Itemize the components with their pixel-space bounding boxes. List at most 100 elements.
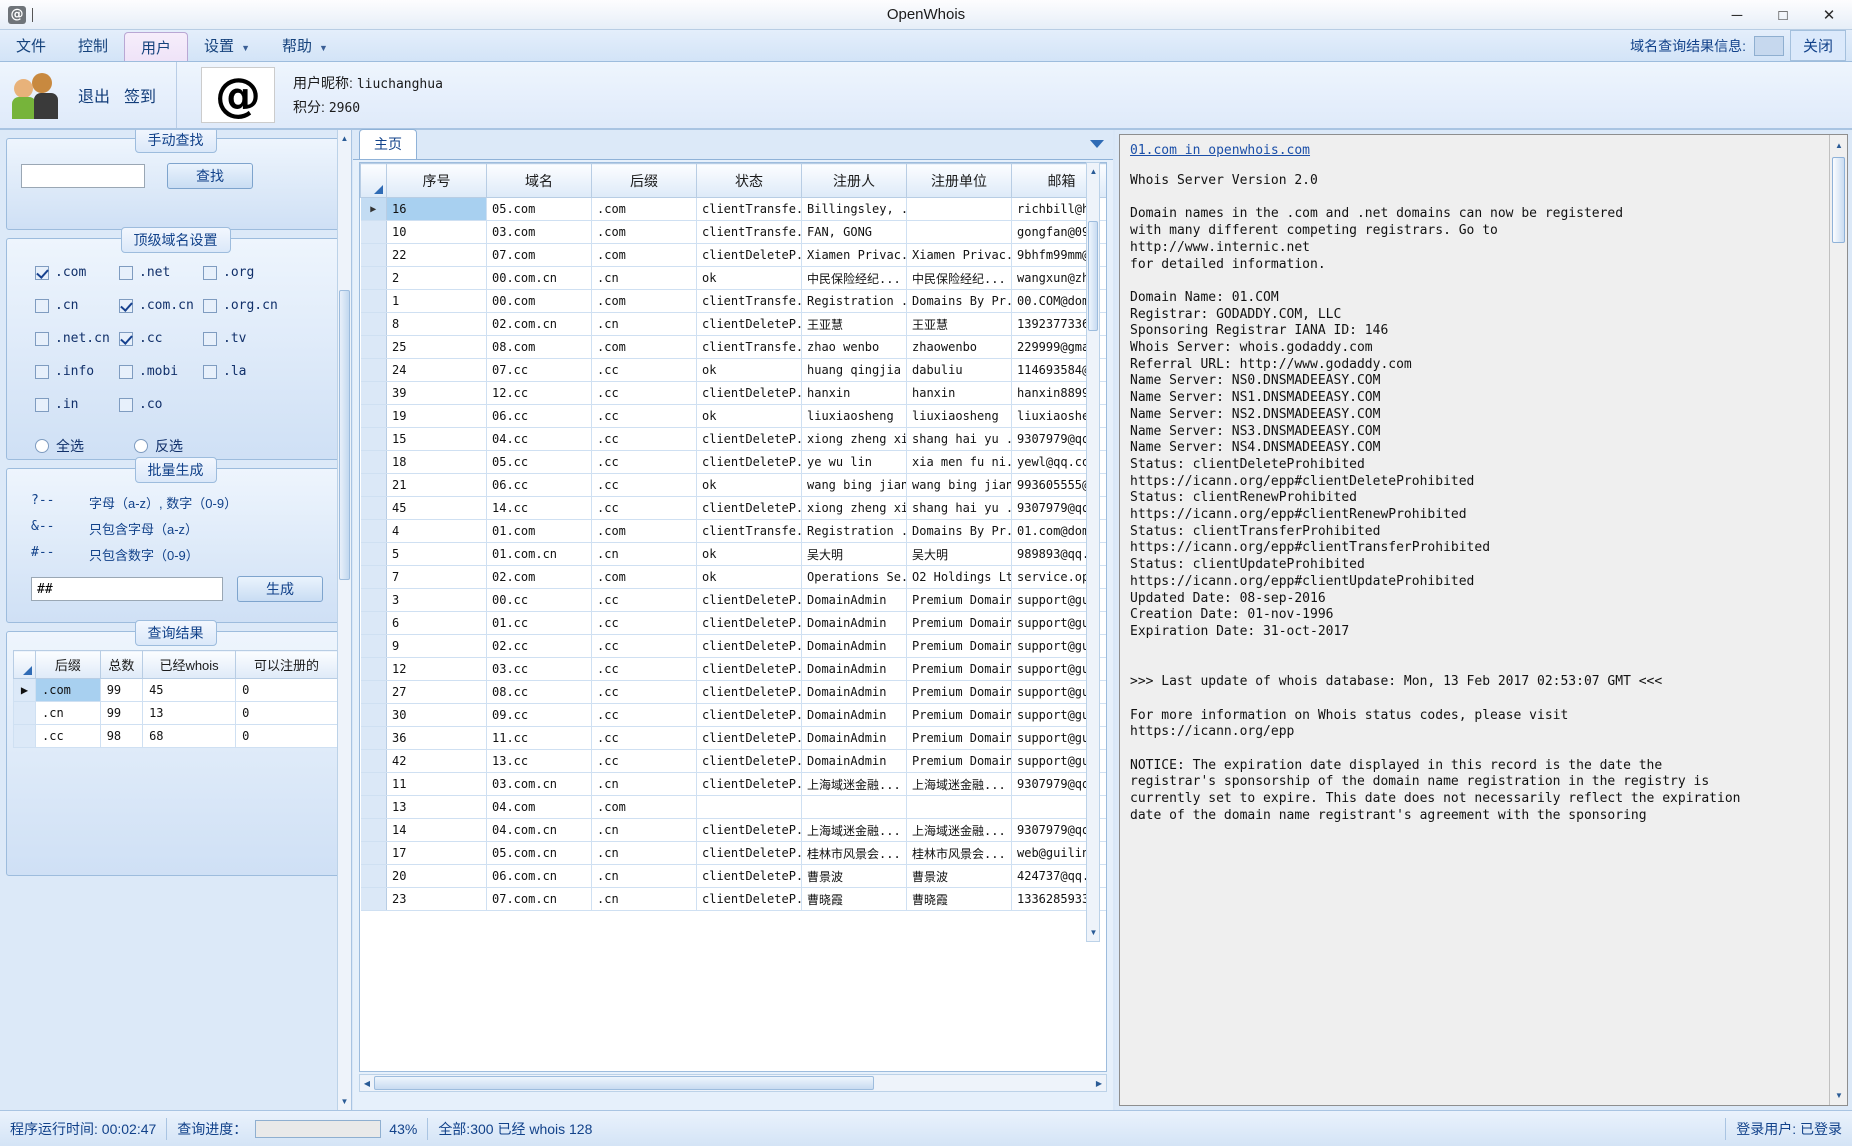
pattern-input[interactable] [31,577,223,601]
menu-file[interactable]: 文件 [0,30,62,61]
table-row[interactable]: 501.com.cn.cnok吴大明吴大明989893@qq.c [361,543,1108,566]
tab-home[interactable]: 主页 [359,129,417,159]
table-row[interactable]: .cc 98 68 0 [14,725,338,748]
menu-settings[interactable]: 设置 ▼ [188,30,266,61]
checkbox-icon[interactable] [119,299,133,313]
tld-co[interactable]: .co [119,397,203,412]
table-row[interactable]: 4213.cc.ccclientDeleteP...DomainAdminPre… [361,750,1108,773]
tld-mobi[interactable]: .mobi [119,364,203,379]
checkbox-icon[interactable] [119,365,133,379]
table-row[interactable]: 4514.cc.ccclientDeleteP...xiong zheng xi… [361,497,1108,520]
checkbox-icon[interactable] [35,398,49,412]
grid-corner[interactable] [14,651,36,679]
select-all-radio[interactable]: 全选 [35,436,84,456]
tld-cn[interactable]: .cn [35,298,119,313]
scroll-down-icon[interactable]: ▼ [1088,926,1099,939]
generate-button[interactable]: 生成 [237,576,323,602]
col-whois-done[interactable]: 已经whois [143,651,236,679]
whois-scrollbar[interactable]: ▲ ▼ [1829,135,1847,1105]
table-row[interactable]: 1203.cc.ccclientDeleteP...DomainAdminPre… [361,658,1108,681]
tld-net[interactable]: .net [119,265,203,280]
table-row[interactable]: .cn 99 13 0 [14,702,338,725]
menu-user[interactable]: 用户 [124,32,188,61]
radio-icon[interactable] [35,439,49,453]
table-row[interactable]: 601.cc.ccclientDeleteP...DomainAdminPrem… [361,612,1108,635]
table-row[interactable]: 2708.cc.ccclientDeleteP...DomainAdminPre… [361,681,1108,704]
table-row[interactable]: 1103.com.cn.cnclientDeleteP...上海域迷金融...上… [361,773,1108,796]
col-registerable[interactable]: 可以注册的 [236,651,338,679]
col-registrant[interactable]: 注册人 [802,164,907,198]
checkbox-icon[interactable] [35,266,49,280]
tld-com[interactable]: .com [35,265,119,280]
table-row[interactable]: 2407.cc.ccokhuang qingjiadabuliu11469358… [361,359,1108,382]
minimize-icon[interactable]: ─ [1714,0,1760,30]
menu-control[interactable]: 控制 [62,30,124,61]
col-org[interactable]: 注册单位 [907,164,1012,198]
table-row[interactable]: 300.cc.ccclientDeleteP...DomainAdminPrem… [361,589,1108,612]
col-status[interactable]: 状态 [697,164,802,198]
whois-scrollbar-thumb[interactable] [1832,157,1845,243]
vscrollbar-thumb[interactable] [1088,221,1098,331]
tld-cc[interactable]: .cc [119,331,203,346]
table-row[interactable]: ▶ .com 99 45 0 [14,679,338,702]
maximize-icon[interactable]: □ [1760,0,1806,30]
scroll-left-icon[interactable]: ◀ [360,1075,374,1091]
signin-button[interactable]: 签到 [124,83,156,107]
scrollbar-thumb[interactable] [339,290,350,580]
chevron-down-icon[interactable] [1090,140,1104,148]
tld-la[interactable]: .la [203,364,287,379]
radio-icon[interactable] [134,439,148,453]
table-row[interactable]: 3611.cc.ccclientDeleteP...DomainAdminPre… [361,727,1108,750]
checkbox-icon[interactable] [203,365,217,379]
table-row[interactable]: 1003.com.comclientTransfe...FAN, GONGgon… [361,221,1108,244]
table-row[interactable]: 2006.com.cn.cnclientDeleteP...曹景波曹景波4247… [361,865,1108,888]
grid-vertical-scrollbar[interactable]: ▲ ▼ [1086,162,1100,942]
menu-help[interactable]: 帮助 ▼ [266,30,344,61]
table-row[interactable]: 3912.cc.ccclientDeleteP...hanxinhanxinha… [361,382,1108,405]
checkbox-icon[interactable] [119,266,133,280]
table-row[interactable]: 802.com.cn.cnclientDeleteP...王亚慧王亚慧13923… [361,313,1108,336]
col-seq[interactable]: 序号 [387,164,487,198]
table-row[interactable]: 1504.cc.ccclientDeleteP...xiong zheng xi… [361,428,1108,451]
whois-output-box[interactable]: 01.com in openwhois.com Whois Server Ver… [1119,134,1848,1106]
table-row[interactable]: 702.com.comokOperations Se...O2 Holdings… [361,566,1108,589]
col-suffix[interactable]: 后缀 [36,651,101,679]
table-row[interactable]: 200.com.cn.cnok中民保险经纪...中民保险经纪...wangxun… [361,267,1108,290]
tld-com-cn[interactable]: .com.cn [119,298,203,313]
checkbox-icon[interactable] [119,398,133,412]
domain-grid-wrapper[interactable]: 序号 域名 后缀 状态 注册人 注册单位 邮箱 ▶1605.com.comcli… [359,162,1107,1072]
checkbox-icon[interactable] [203,332,217,346]
scroll-down-icon[interactable]: ▼ [1833,1088,1845,1102]
manual-search-input[interactable] [21,164,145,188]
table-row[interactable]: 1304.com.com [361,796,1108,819]
checkbox-icon[interactable] [35,365,49,379]
checkbox-icon[interactable] [203,266,217,280]
scroll-up-icon[interactable]: ▲ [1088,165,1099,178]
table-row[interactable]: 100.com.comclientTransfe...Registration … [361,290,1108,313]
close-panel-button[interactable]: 关闭 [1790,30,1846,61]
table-row[interactable]: 2307.com.cn.cnclientDeleteP...曹晓霞曹晓霞1336… [361,888,1108,911]
table-row[interactable]: 2106.cc.ccokwang bing jianwang bing jian… [361,474,1108,497]
tld-org-cn[interactable]: .org.cn [203,298,287,313]
close-icon[interactable]: ✕ [1806,0,1852,30]
tld-org[interactable]: .org [203,265,287,280]
whois-domain-link[interactable]: 01.com in openwhois.com [1130,143,1310,158]
checkbox-icon[interactable] [119,332,133,346]
col-total[interactable]: 总数 [100,651,142,679]
table-row[interactable]: 2207.com.comclientDeleteP...Xiamen Priva… [361,244,1108,267]
scroll-right-icon[interactable]: ▶ [1092,1075,1106,1091]
scroll-down-icon[interactable]: ▼ [339,1095,350,1108]
scroll-up-icon[interactable]: ▲ [1833,138,1845,152]
checkbox-icon[interactable] [35,299,49,313]
table-row[interactable]: 2508.com.comclientTransfe...zhao wenbozh… [361,336,1108,359]
tld-net-cn[interactable]: .net.cn [35,331,119,346]
table-row[interactable]: 1705.com.cn.cnclientDeleteP...桂林市风景会...桂… [361,842,1108,865]
color-swatch[interactable] [1754,36,1784,56]
table-row[interactable]: 1906.cc.ccokliuxiaoshengliuxiaoshengliux… [361,405,1108,428]
hscrollbar-thumb[interactable] [374,1076,874,1090]
tld-in[interactable]: .in [35,397,119,412]
manual-search-button[interactable]: 查找 [167,163,253,189]
table-row[interactable]: 3009.cc.ccclientDeleteP...DomainAdminPre… [361,704,1108,727]
col-domain[interactable]: 域名 [487,164,592,198]
grid-horizontal-scrollbar[interactable]: ◀ ▶ [359,1074,1107,1092]
